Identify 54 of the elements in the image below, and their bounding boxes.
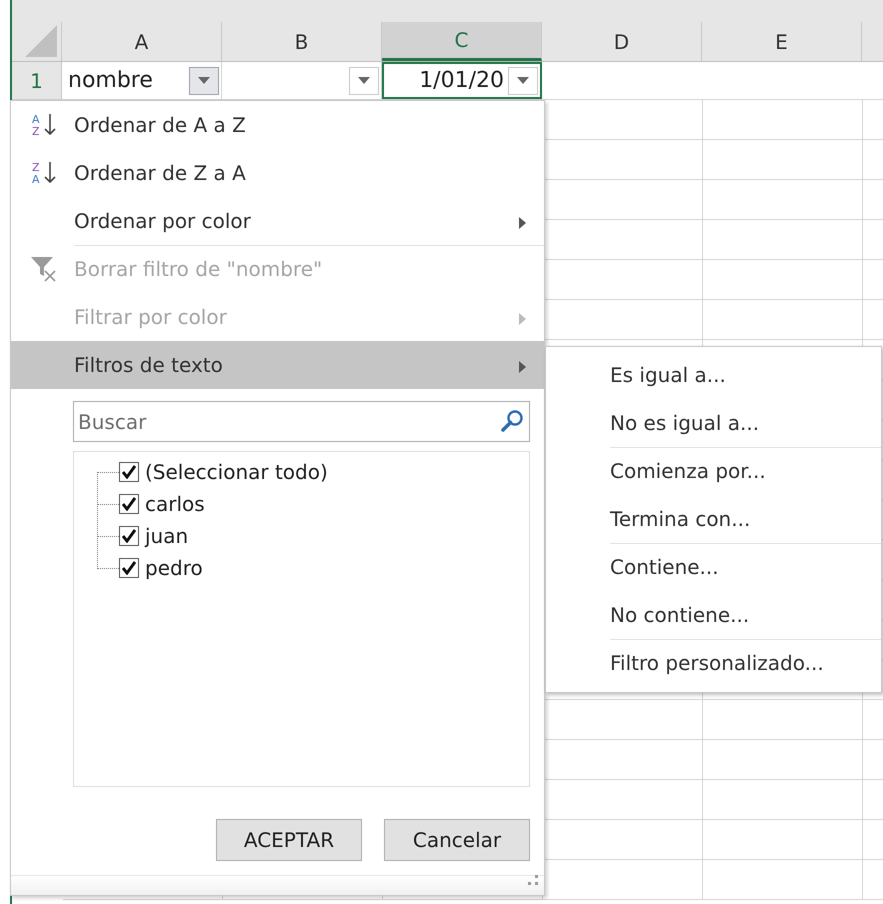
submenu-arrow-icon (519, 312, 526, 325)
checkbox-label[interactable]: carlos (145, 489, 205, 519)
checkbox[interactable] (119, 526, 139, 546)
clear-filter-icon (30, 256, 56, 282)
filter-dropdown-button[interactable] (349, 66, 379, 94)
menu-item-label: Ordenar por color (74, 208, 252, 235)
select-all-icon (25, 25, 57, 57)
column-header[interactable]: C (382, 22, 542, 61)
checkbox-label[interactable]: (Seleccionar todo) (145, 457, 328, 487)
checkbox[interactable] (119, 462, 139, 482)
column-header[interactable]: E (702, 22, 862, 61)
search-field[interactable]: Buscar (73, 401, 530, 442)
menu-item-label: Filtros de texto (74, 352, 224, 379)
cell-text: 1/01/20 (418, 67, 504, 95)
checkbox-label[interactable]: juan (145, 521, 188, 551)
check-icon (122, 465, 136, 479)
menu-item[interactable]: A Z Ordenar de A a Z (11, 101, 544, 149)
menu-item[interactable]: Termina con... (546, 495, 881, 543)
resize-grip-icon (528, 874, 538, 885)
table-cell[interactable]: nombre (62, 62, 222, 99)
menu-item-label: Filtrar por color (74, 304, 228, 331)
check-icon (122, 561, 136, 575)
caret-icon (517, 77, 529, 84)
column-header[interactable]: D (542, 22, 702, 61)
menu-item[interactable]: Ordenar por color (11, 197, 544, 245)
submenu-arrow-icon (519, 216, 526, 229)
caret-icon (198, 77, 210, 84)
search-icon (500, 409, 524, 433)
caret-icon (358, 77, 370, 84)
ok-button[interactable]: ACEPTAR (216, 819, 362, 861)
checkbox-label[interactable]: pedro (145, 553, 203, 583)
submenu-arrow-icon (519, 360, 526, 373)
menu-item[interactable]: Contiene... (546, 543, 881, 591)
menu-item[interactable]: Es igual a... (546, 351, 881, 399)
menu-item[interactable]: No contiene... (546, 591, 881, 639)
menu-item[interactable]: Filtro personalizado... (546, 639, 881, 687)
menu-item[interactable]: Comienza por... (546, 447, 881, 495)
check-icon (122, 497, 136, 511)
cell-text: nombre (68, 67, 154, 95)
checkbox[interactable] (119, 494, 139, 514)
menu-item-label: Ordenar de Z a A (74, 160, 247, 187)
cancel-button[interactable]: Cancelar (384, 819, 530, 861)
menu-item[interactable]: Filtros de texto (11, 341, 544, 389)
menu-item[interactable]: No es igual a... (546, 399, 881, 447)
check-icon (122, 529, 136, 543)
filter-dropdown-button[interactable] (189, 66, 219, 94)
filter-dropdown-button[interactable] (508, 66, 538, 94)
menu-item[interactable]: Z A Ordenar de Z a A (11, 149, 544, 197)
checkbox[interactable] (119, 558, 139, 578)
column-header[interactable]: A (62, 22, 222, 61)
menu-item-label: Ordenar de A a Z (74, 112, 247, 139)
row-header[interactable]: 1 (12, 62, 62, 99)
table-cell[interactable]: 1/01/20 (382, 62, 542, 99)
menu-item-label: Borrar filtro de "nombre" (74, 256, 324, 283)
